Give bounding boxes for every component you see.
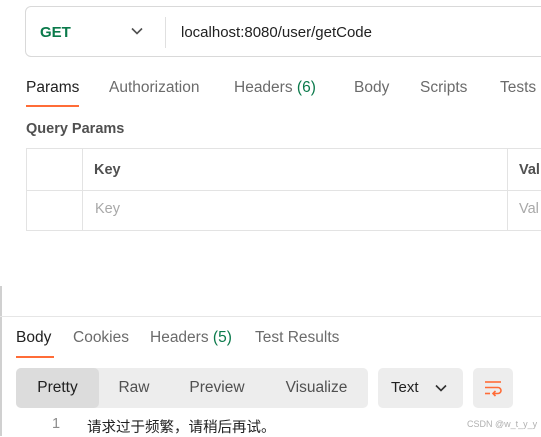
- view-mode-visualize[interactable]: Visualize: [265, 368, 368, 408]
- chevron-down-icon[interactable]: [130, 24, 144, 38]
- column-header-value: Val: [519, 162, 540, 178]
- url-input[interactable]: localhost:8080/user/getCode: [181, 24, 372, 41]
- response-body-text: 请求过于频繁，请稍后再试。: [87, 420, 276, 436]
- method-select[interactable]: GET: [40, 24, 71, 41]
- response-tab-headers-label: Headers: [150, 329, 209, 346]
- query-params-table: Key Val Key Val: [26, 148, 541, 231]
- active-response-tab-indicator: [16, 356, 54, 358]
- active-tab-indicator: [26, 105, 79, 107]
- tab-headers-label: Headers: [234, 79, 293, 96]
- response-tab-cookies-label: Cookies: [73, 329, 129, 346]
- response-divider[interactable]: [0, 316, 541, 317]
- response-tab-headers-count: (5): [212, 329, 232, 346]
- column-header-key: Key: [94, 162, 121, 178]
- format-dropdown[interactable]: Text: [378, 368, 463, 408]
- param-value-input[interactable]: Val: [519, 201, 539, 217]
- wrap-lines-icon: [485, 381, 502, 397]
- tab-params[interactable]: Params: [26, 79, 79, 97]
- tab-headers-count: (6): [296, 79, 316, 96]
- tab-headers[interactable]: Headers (6): [234, 79, 316, 97]
- tab-scripts-label: Scripts: [420, 79, 468, 96]
- tab-body-label: Body: [354, 79, 390, 96]
- response-tab-headers[interactable]: Headers (5): [150, 329, 232, 347]
- tab-authorization[interactable]: Authorization: [109, 79, 199, 97]
- line-number: 1: [52, 416, 61, 432]
- panel-edge: [0, 286, 2, 436]
- view-mode-raw[interactable]: Raw: [99, 368, 169, 408]
- url-bar: GET localhost:8080/user/getCode: [25, 6, 541, 57]
- wrap-lines-button[interactable]: [473, 368, 513, 408]
- tab-body[interactable]: Body: [354, 79, 389, 97]
- tab-scripts[interactable]: Scripts: [420, 79, 467, 97]
- response-tab-test-results-label: Test Results: [255, 329, 340, 346]
- chevron-down-icon: [435, 384, 447, 392]
- url-divider: [165, 17, 166, 48]
- tab-params-label: Params: [26, 79, 80, 96]
- table-divider: [27, 190, 541, 191]
- response-tab-test-results[interactable]: Test Results: [255, 329, 339, 347]
- tab-tests-label: Tests: [500, 79, 537, 96]
- query-params-title: Query Params: [26, 121, 125, 137]
- response-tab-cookies[interactable]: Cookies: [73, 329, 129, 347]
- view-mode-pretty[interactable]: Pretty: [16, 368, 99, 408]
- watermark: CSDN @w_t_y_y: [467, 419, 538, 429]
- tab-authorization-label: Authorization: [109, 79, 200, 96]
- response-tab-body-label: Body: [16, 329, 52, 346]
- tab-tests[interactable]: Tests: [500, 79, 536, 97]
- format-dropdown-label: Text: [391, 379, 419, 396]
- param-key-input[interactable]: Key: [95, 201, 120, 217]
- view-mode-selector: Pretty Raw Preview Visualize: [16, 368, 368, 408]
- view-mode-preview[interactable]: Preview: [169, 368, 265, 408]
- response-tab-body[interactable]: Body: [16, 329, 51, 347]
